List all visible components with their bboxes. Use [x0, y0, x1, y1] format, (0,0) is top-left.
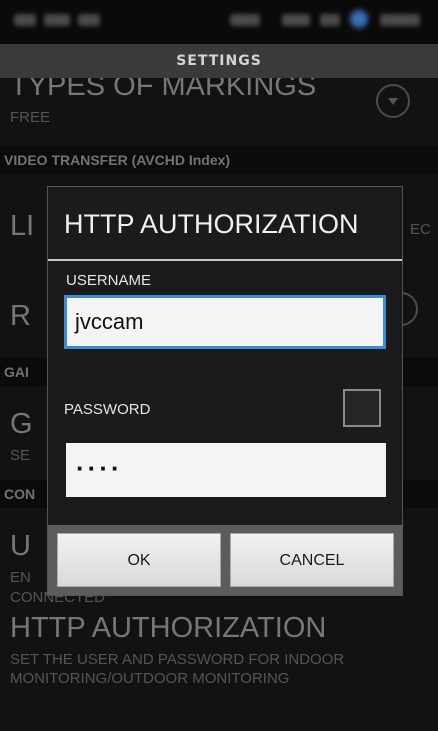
password-input[interactable]: ····	[66, 443, 386, 497]
cancel-button[interactable]: CANCEL	[230, 533, 394, 587]
status-icon	[78, 14, 100, 26]
dialog-title: HTTP AUTHORIZATION	[64, 209, 359, 239]
username-label: USERNAME	[66, 272, 152, 289]
clock	[380, 14, 420, 26]
signal-icon	[320, 14, 340, 26]
dialog-divider	[48, 259, 402, 261]
http-authorization-dialog: HTTP AUTHORIZATION USERNAME jvccam PASSW…	[47, 186, 403, 596]
username-input[interactable]: jvccam	[64, 295, 386, 349]
wifi-icon	[282, 14, 310, 26]
password-label: PASSWORD	[64, 401, 151, 418]
status-icon	[14, 14, 36, 26]
dialog-button-bar: OK CANCEL	[48, 525, 402, 595]
screen: SETTINGS TYPES OF MARKINGS FREE VIDEO TR…	[0, 0, 438, 731]
status-bar	[0, 0, 438, 44]
page-title: SETTINGS	[0, 44, 438, 78]
ok-button[interactable]: OK	[57, 533, 221, 587]
show-password-checkbox[interactable]	[343, 389, 381, 427]
battery-icon	[350, 10, 368, 28]
status-icon	[44, 14, 70, 26]
status-icon	[230, 14, 260, 26]
